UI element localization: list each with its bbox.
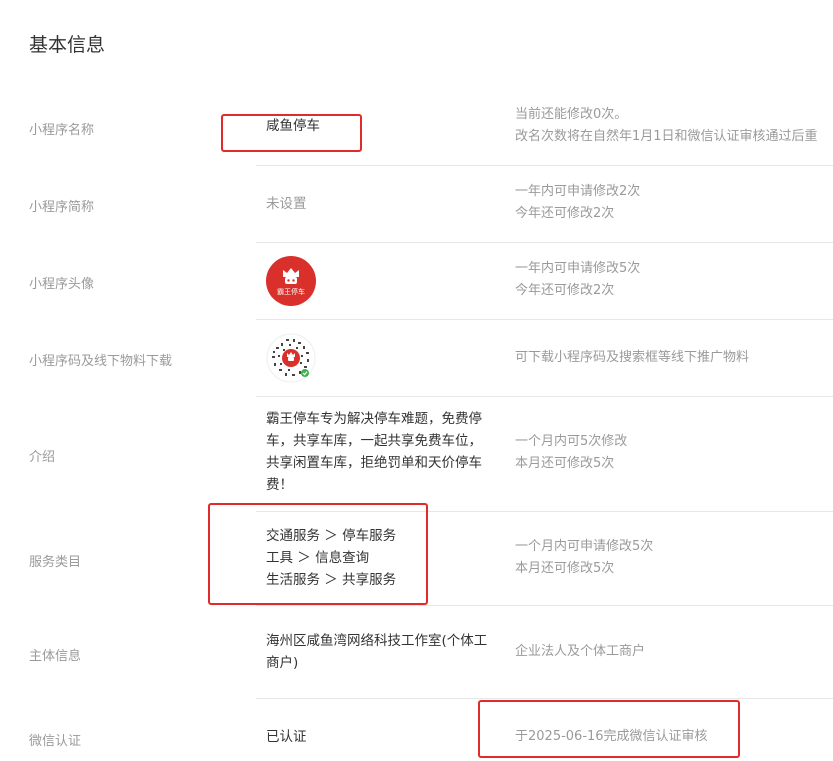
divider [256, 511, 833, 512]
hint-line: 于2025-06-16完成微信认证审核 [515, 729, 708, 744]
hint-avatar: 一年内可申请修改5次 今年还可修改2次 [515, 258, 640, 302]
hint-line: 一个月内可5次修改 [515, 434, 628, 449]
hint-line: 本月还可修改5次 [515, 561, 615, 576]
label-short-name: 小程序简称 [29, 200, 95, 215]
category-line: 交通服务 ＞ 停车服务 [266, 528, 397, 544]
hint-line: 今年还可修改2次 [515, 283, 615, 298]
hint-line: 一年内可申请修改2次 [515, 184, 641, 199]
label-avatar: 小程序头像 [29, 277, 95, 292]
value-wechat-verify: 已认证 [266, 729, 307, 745]
intro-line: 费！ [266, 477, 293, 493]
label-name: 小程序名称 [29, 123, 95, 138]
hint-short-name: 一年内可申请修改2次 今年还可修改2次 [515, 181, 640, 225]
page-title: 基本信息 [29, 34, 106, 56]
label-category: 服务类目 [29, 555, 82, 570]
subject-line: 海州区咸鱼湾网络科技工作室(个体工 [266, 633, 488, 649]
hint-line: 改名次数将在自然年1月1日和微信认证审核通过后重 [515, 129, 818, 144]
divider [256, 396, 833, 397]
hint-wechat-verify: 于2025-06-16完成微信认证审核 [515, 726, 708, 748]
hint-line: 一年内可申请修改5次 [515, 261, 641, 276]
divider [256, 242, 833, 243]
hint-line: 今年还可修改2次 [515, 206, 615, 221]
intro-line: 车，共享车库，一起共享免费车位， [266, 433, 482, 449]
label-subject: 主体信息 [29, 649, 82, 664]
logo-text: 霸王停车 [277, 287, 305, 296]
value-short-name: 未设置 [266, 196, 307, 212]
hint-subject: 企业法人及个体工商户 [515, 641, 645, 663]
hint-line: 一个月内可申请修改5次 [515, 539, 654, 554]
hint-intro: 一个月内可5次修改 本月还可修改5次 [515, 431, 627, 475]
label-qrcode: 小程序码及线下物料下载 [29, 354, 173, 369]
divider [256, 605, 833, 606]
parking-logo-icon[interactable]: 霸王停车 [266, 256, 316, 306]
value-name: 咸鱼停车 [266, 118, 320, 134]
category-line: 工具 ＞ 信息查询 [266, 550, 370, 566]
hint-category: 一个月内可申请修改5次 本月还可修改5次 [515, 536, 653, 580]
subject-line: 商户) [266, 655, 299, 671]
label-intro: 介绍 [29, 450, 56, 465]
hint-line: 本月还可修改5次 [515, 456, 615, 471]
qr-code-icon[interactable] [266, 333, 316, 383]
divider [256, 698, 833, 699]
value-intro: 霸王停车专为解决停车难题，免费停 车，共享车库，一起共享免费车位， 共享闲置车库… [266, 408, 482, 496]
category-line: 生活服务 ＞ 共享服务 [266, 572, 397, 588]
hint-qrcode: 可下载小程序码及搜索框等线下推广物料 [515, 347, 749, 369]
hint-line: 可下载小程序码及搜索框等线下推广物料 [515, 350, 750, 365]
hint-name: 当前还能修改0次。 改名次数将在自然年1月1日和微信认证审核通过后重 [515, 104, 818, 148]
divider [256, 319, 833, 320]
intro-line: 霸王停车专为解决停车难题，免费停 [266, 411, 482, 427]
label-wechat-verify: 微信认证 [29, 734, 82, 749]
hint-line: 企业法人及个体工商户 [515, 644, 646, 659]
intro-line: 共享闲置车库，拒绝罚单和天价停车 [266, 455, 482, 471]
value-category: 交通服务 ＞ 停车服务 工具 ＞ 信息查询 生活服务 ＞ 共享服务 [266, 525, 396, 591]
divider [256, 165, 833, 166]
hint-line: 当前还能修改0次。 [515, 107, 628, 122]
value-subject: 海州区咸鱼湾网络科技工作室(个体工 商户) [266, 630, 487, 674]
